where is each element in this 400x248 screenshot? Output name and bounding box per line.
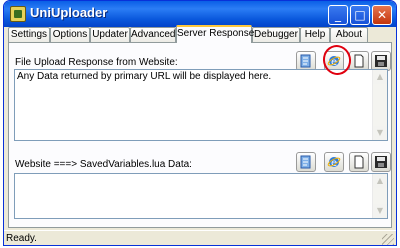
tab-about[interactable]: About [330, 27, 368, 42]
scroll-up-arrow[interactable]: ▲ [373, 174, 387, 188]
resize-grip[interactable] [382, 234, 394, 245]
saved-variables-label: Website ===> SavedVariables.lua Data: [15, 159, 192, 170]
status-text: Ready. [6, 233, 37, 244]
save-icon [375, 55, 387, 67]
savedvars-new-page-button[interactable] [349, 152, 369, 172]
saved-variables-textbox[interactable]: ▲ ▼ [14, 173, 388, 219]
upload-response-text: Any Data returned by primary URL will be… [17, 71, 272, 82]
save-icon [375, 156, 387, 168]
tab-settings[interactable]: Settings [8, 27, 50, 42]
savedvars-browser-button[interactable]: e [324, 152, 344, 172]
upload-notepad-button[interactable] [296, 51, 316, 71]
minimize-button[interactable]: _ [328, 5, 348, 25]
savedvars-save-button[interactable] [371, 152, 391, 172]
scroll-up-arrow[interactable]: ▲ [373, 70, 387, 84]
tab-advanced[interactable]: Advanced [130, 27, 176, 42]
scroll-down-arrow[interactable]: ▼ [373, 204, 387, 218]
upload-response-label: File Upload Response from Website: [15, 57, 178, 68]
savedvars-notepad-button[interactable] [296, 152, 316, 172]
tab-help[interactable]: Help [300, 27, 330, 42]
maximize-button[interactable]: □ [350, 5, 370, 25]
notepad-icon [300, 54, 311, 68]
new-page-icon [354, 155, 364, 169]
tab-updater[interactable]: Updater [90, 27, 130, 42]
upload-response-textbox[interactable]: Any Data returned by primary URL will be… [14, 69, 388, 141]
scroll-down-arrow[interactable]: ▼ [373, 126, 387, 140]
upload-response-scrollbar[interactable]: ▲ ▼ [372, 70, 387, 140]
app-icon [10, 6, 26, 22]
notepad-icon [300, 155, 311, 169]
new-page-icon [354, 54, 364, 68]
title-bar[interactable]: UniUploader _ □ ✕ [4, 1, 396, 27]
window-title: UniUploader [30, 5, 108, 20]
app-window: UniUploader _ □ ✕ Settings Options Updat… [3, 0, 397, 246]
tab-options[interactable]: Options [50, 27, 90, 42]
close-button[interactable]: ✕ [372, 5, 392, 25]
upload-new-page-button[interactable] [349, 51, 369, 71]
status-bar: Ready. [4, 230, 396, 245]
tab-server-response[interactable]: Server Response [176, 25, 254, 43]
saved-variables-scrollbar[interactable]: ▲ ▼ [372, 174, 387, 218]
browser-icon: e [327, 157, 341, 169]
tab-debugger[interactable]: Debugger [252, 27, 300, 42]
upload-save-button[interactable] [371, 51, 391, 71]
